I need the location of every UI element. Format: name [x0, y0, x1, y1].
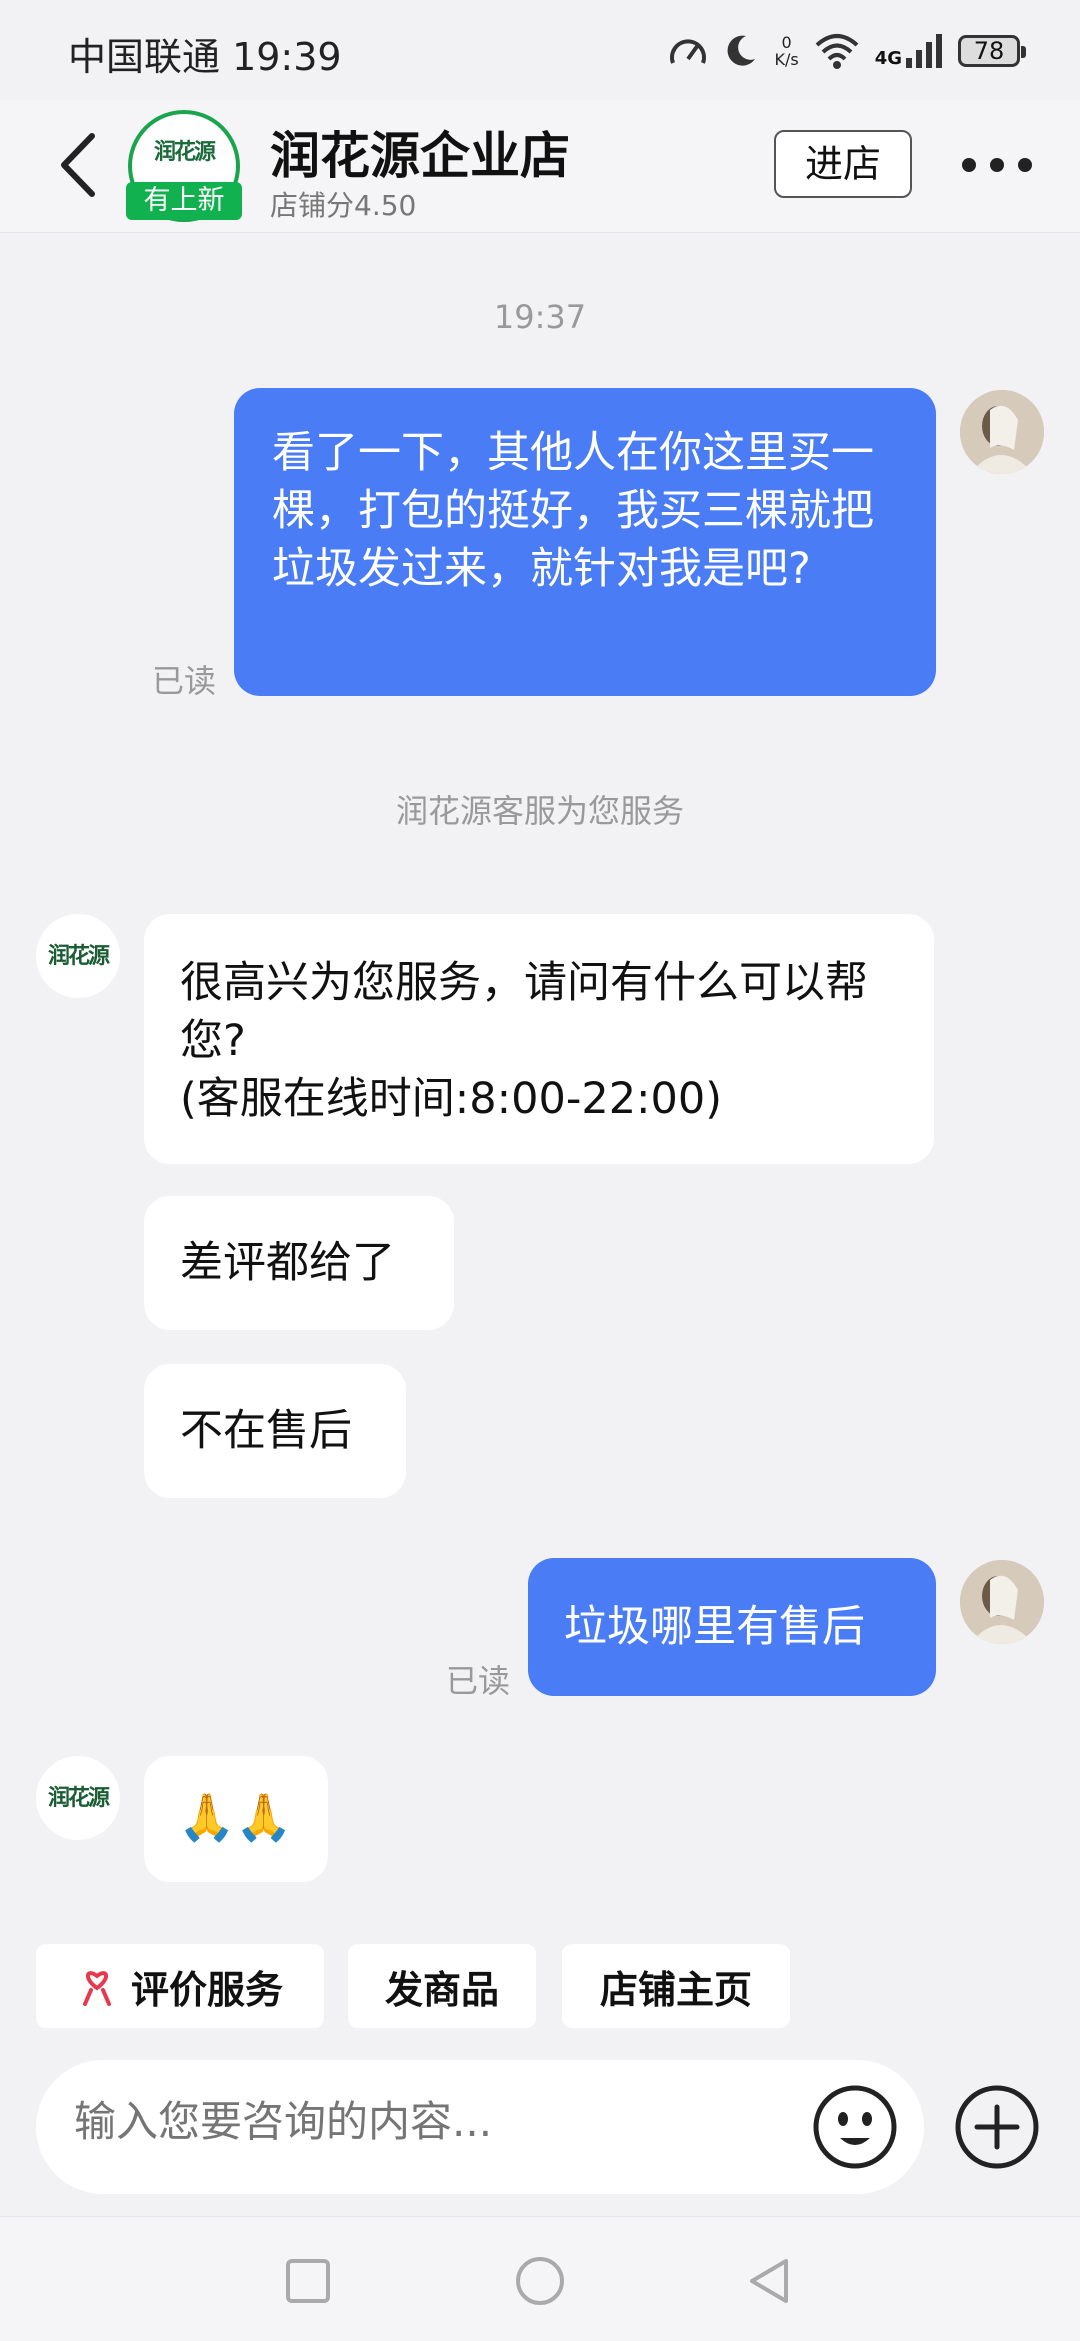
read-status: 已读: [152, 662, 217, 700]
chevron-left-icon: [61, 133, 95, 197]
user-avatar-image: [960, 1560, 1044, 1644]
shop-avatar[interactable]: 润花源: [36, 1756, 120, 1840]
net-speed-unit: K/s: [774, 50, 799, 69]
square-icon: [286, 2259, 330, 2303]
message-text: 很高兴为您服务，请问有什么可以帮您?: [180, 958, 868, 1066]
more-options-button[interactable]: [962, 150, 1032, 180]
message-text: 差评都给了: [180, 1238, 395, 1288]
wifi-icon: [815, 34, 859, 69]
enter-shop-button[interactable]: 进店: [774, 130, 912, 198]
status-bar: 中国联通 19:39 0 K/s 4G 78: [0, 0, 1080, 100]
message-input[interactable]: [72, 2096, 776, 2147]
status-icons: 0 K/s 4G 78: [668, 26, 1026, 76]
system-navigation-bar: [0, 2216, 1080, 2341]
carrier-time: 中国联通 19:39: [68, 35, 342, 79]
net-speed: 0 K/s: [774, 34, 798, 68]
plus-circle-icon: [955, 2085, 1039, 2169]
circle-icon: [516, 2257, 564, 2305]
message-bubble-sent[interactable]: 垃圾哪里有售后: [528, 1558, 936, 1696]
shop-name[interactable]: 润花源企业店: [270, 116, 570, 188]
user-avatar[interactable]: [960, 390, 1044, 474]
message-bubble-received[interactable]: 🙏🙏: [144, 1756, 328, 1882]
rate-service-button[interactable]: 评价服务: [36, 1944, 324, 2028]
emoji-button[interactable]: [810, 2082, 900, 2172]
logo-text: 润花源: [153, 139, 216, 165]
back-nav-button[interactable]: [742, 2253, 798, 2309]
user-avatar-image: [960, 390, 1044, 474]
more-actions-button[interactable]: [952, 2082, 1042, 2172]
new-arrivals-badge: 有上新: [126, 182, 242, 220]
smiley-icon: [813, 2085, 897, 2169]
chat-timestamp: 19:37: [493, 298, 587, 336]
shop-homepage-button[interactable]: 店铺主页: [562, 1944, 790, 2028]
dot-icon: [962, 158, 976, 172]
user-avatar[interactable]: [960, 1560, 1044, 1644]
message-text: 垃圾哪里有售后: [564, 1602, 865, 1652]
triangle-back-icon: [750, 2259, 788, 2303]
rate-service-label: 评价服务: [130, 1967, 283, 2012]
dot-icon: [990, 158, 1004, 172]
message-input-container[interactable]: [36, 2060, 924, 2194]
input-row: [0, 2060, 1080, 2220]
shop-avatar[interactable]: 润花源: [36, 914, 120, 998]
message-bubble-received[interactable]: 不在售后: [144, 1364, 406, 1498]
recent-apps-button[interactable]: [280, 2253, 336, 2309]
moon-icon: [728, 35, 756, 66]
shop-score: 店铺分4.50: [270, 189, 417, 222]
net-speed-value: 0: [781, 33, 792, 52]
battery-indicator: 78: [958, 35, 1026, 67]
service-hours-text: (客服在线时间:8:00-22:00): [180, 1074, 723, 1124]
heart-ribbon-icon: [82, 1971, 111, 2006]
message-text: 不在售后: [180, 1406, 352, 1456]
read-status: 已读: [446, 1662, 511, 1700]
message-bubble-received[interactable]: 差评都给了: [144, 1196, 454, 1330]
send-product-button[interactable]: 发商品: [348, 1944, 536, 2028]
shop-avatar-text: 润花源: [47, 943, 110, 969]
cell-signal: 4G: [875, 34, 942, 68]
shop-avatar-text: 润花源: [47, 1785, 110, 1811]
home-button[interactable]: [512, 2253, 568, 2309]
signal-bars-icon: [906, 34, 942, 68]
message-text: 看了一下，其他人在你这里买一棵，打包的挺好，我买三棵就把垃圾发过来，就针对我是吧…: [272, 428, 874, 594]
back-button[interactable]: [50, 130, 110, 200]
dot-icon: [1018, 158, 1032, 172]
message-bubble-sent[interactable]: 看了一下，其他人在你这里买一棵，打包的挺好，我买三棵就把垃圾发过来，就针对我是吧…: [234, 388, 936, 696]
message-bubble-received[interactable]: 很高兴为您服务，请问有什么可以帮您? (客服在线时间:8:00-22:00): [144, 914, 934, 1164]
shop-logo[interactable]: 润花源 有上新: [126, 110, 242, 222]
network-type: 4G: [874, 48, 902, 69]
praying-hands-emoji: 🙏🙏: [178, 1790, 293, 1844]
service-notice: 润花源客服为您服务: [395, 792, 684, 830]
chat-header: 润花源 有上新 润花源企业店 店铺分4.50 进店: [0, 100, 1080, 233]
speedometer-icon: [670, 39, 707, 64]
